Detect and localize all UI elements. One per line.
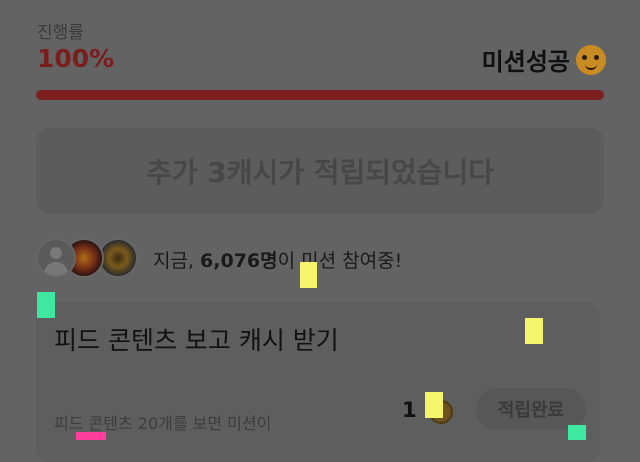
progress-percentage: 100% [37,44,115,73]
overlay-marker [37,292,55,318]
mission-card[interactable]: 피드 콘텐츠 보고 캐시 받기 피드 콘텐츠 20개를 보면 미션이 1 적립완… [36,302,600,462]
mission-status-label: 미션성공 [481,48,570,76]
overlay-marker [300,262,317,288]
mission-status: 미션성공 [482,42,606,77]
overlay-marker [568,425,586,440]
progress-bar [36,90,604,100]
overlay-marker [76,432,106,440]
participant-count-text: 지금, 6,076명이 미션 참여중! [153,246,402,273]
complete-button[interactable]: 적립완료 [476,388,586,430]
mission-description: 피드 콘텐츠 20개를 보면 미션이 [54,414,272,433]
avatar [36,238,76,278]
mission-title: 피드 콘텐츠 보고 캐시 받기 [54,326,339,355]
reward-banner-text: 추가 3캐시가 적립되었습니다 [145,156,495,189]
reward-amount: 1 [402,398,417,422]
reward-banner: 추가 3캐시가 적립되었습니다 [36,128,604,214]
progress-bar-fill [36,90,604,100]
party-face-icon [576,44,606,75]
participant-prefix: 지금, [153,250,201,272]
participant-count: 6,076명 [200,250,278,272]
overlay-marker [525,318,543,344]
overlay-marker [425,392,443,418]
participant-suffix: 이 미션 참여중! [277,250,403,272]
avatar [98,238,138,278]
progress-label: 진행률 [37,23,84,43]
participant-avatars [36,238,146,280]
